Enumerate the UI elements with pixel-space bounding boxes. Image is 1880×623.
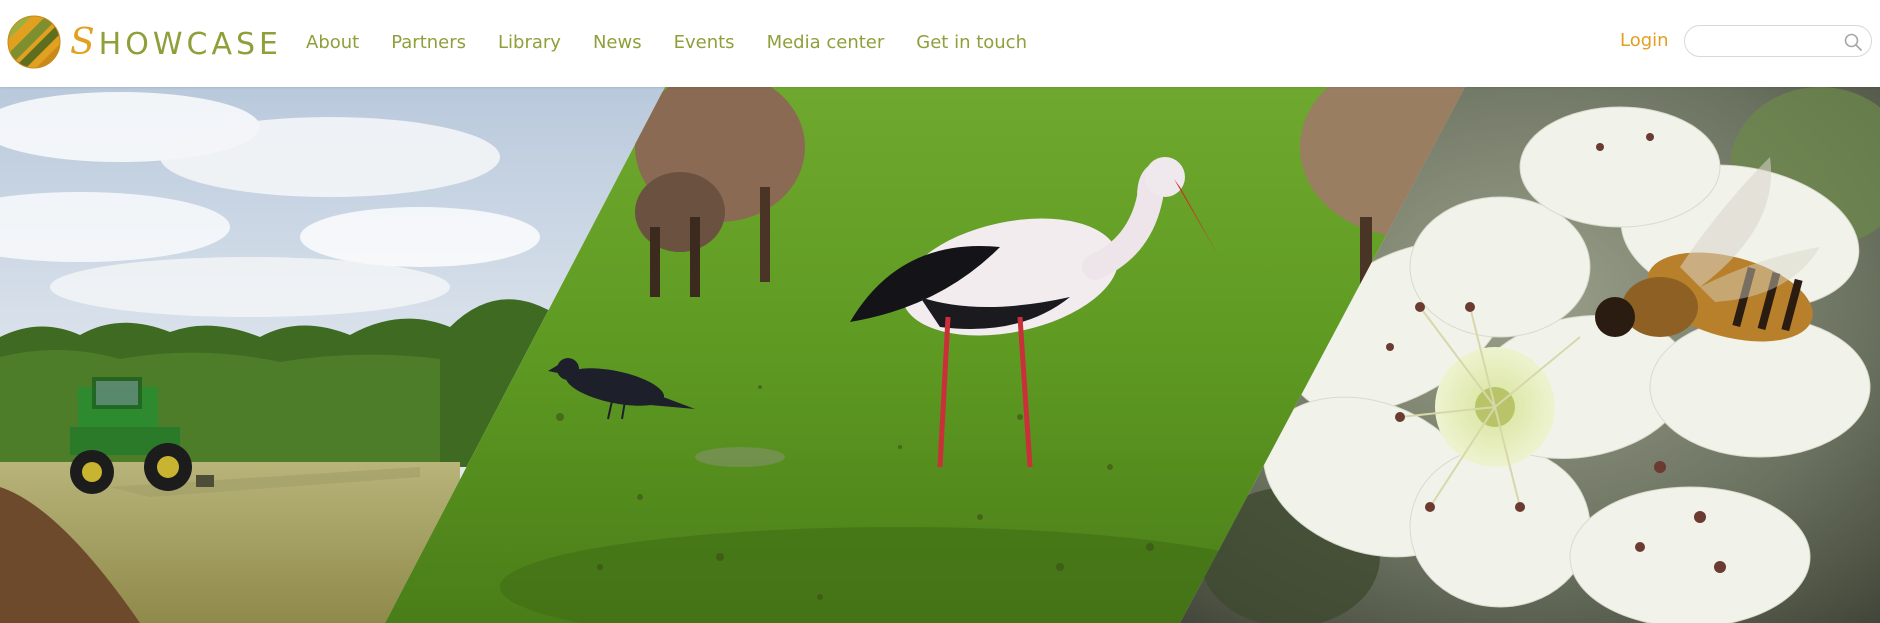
search-box [1684,25,1872,57]
nav-about[interactable]: About [306,32,359,53]
search-input[interactable] [1699,32,1843,52]
nav-get-in-touch[interactable]: Get in touch [916,32,1027,53]
logo-globe-icon [7,15,61,69]
search-icon[interactable] [1843,32,1863,52]
nav-partners[interactable]: Partners [391,32,466,53]
nav-news[interactable]: News [593,32,642,53]
brand-logo[interactable]: SHOWCASE [6,13,282,71]
nav-events[interactable]: Events [674,32,735,53]
hero-collage [0,87,1880,623]
hero-banner [0,87,1880,623]
site-header: SHOWCASE About Partners Library News Eve… [0,0,1880,87]
nav-library[interactable]: Library [498,32,561,53]
main-nav: About Partners Library News Events Media… [306,0,1027,84]
nav-media-center[interactable]: Media center [767,32,885,53]
brand-name: HOWCASE [98,26,282,62]
brand-initial: S [70,21,99,63]
brand-wordmark: SHOWCASE [70,22,282,63]
login-link[interactable]: Login [1620,30,1669,51]
